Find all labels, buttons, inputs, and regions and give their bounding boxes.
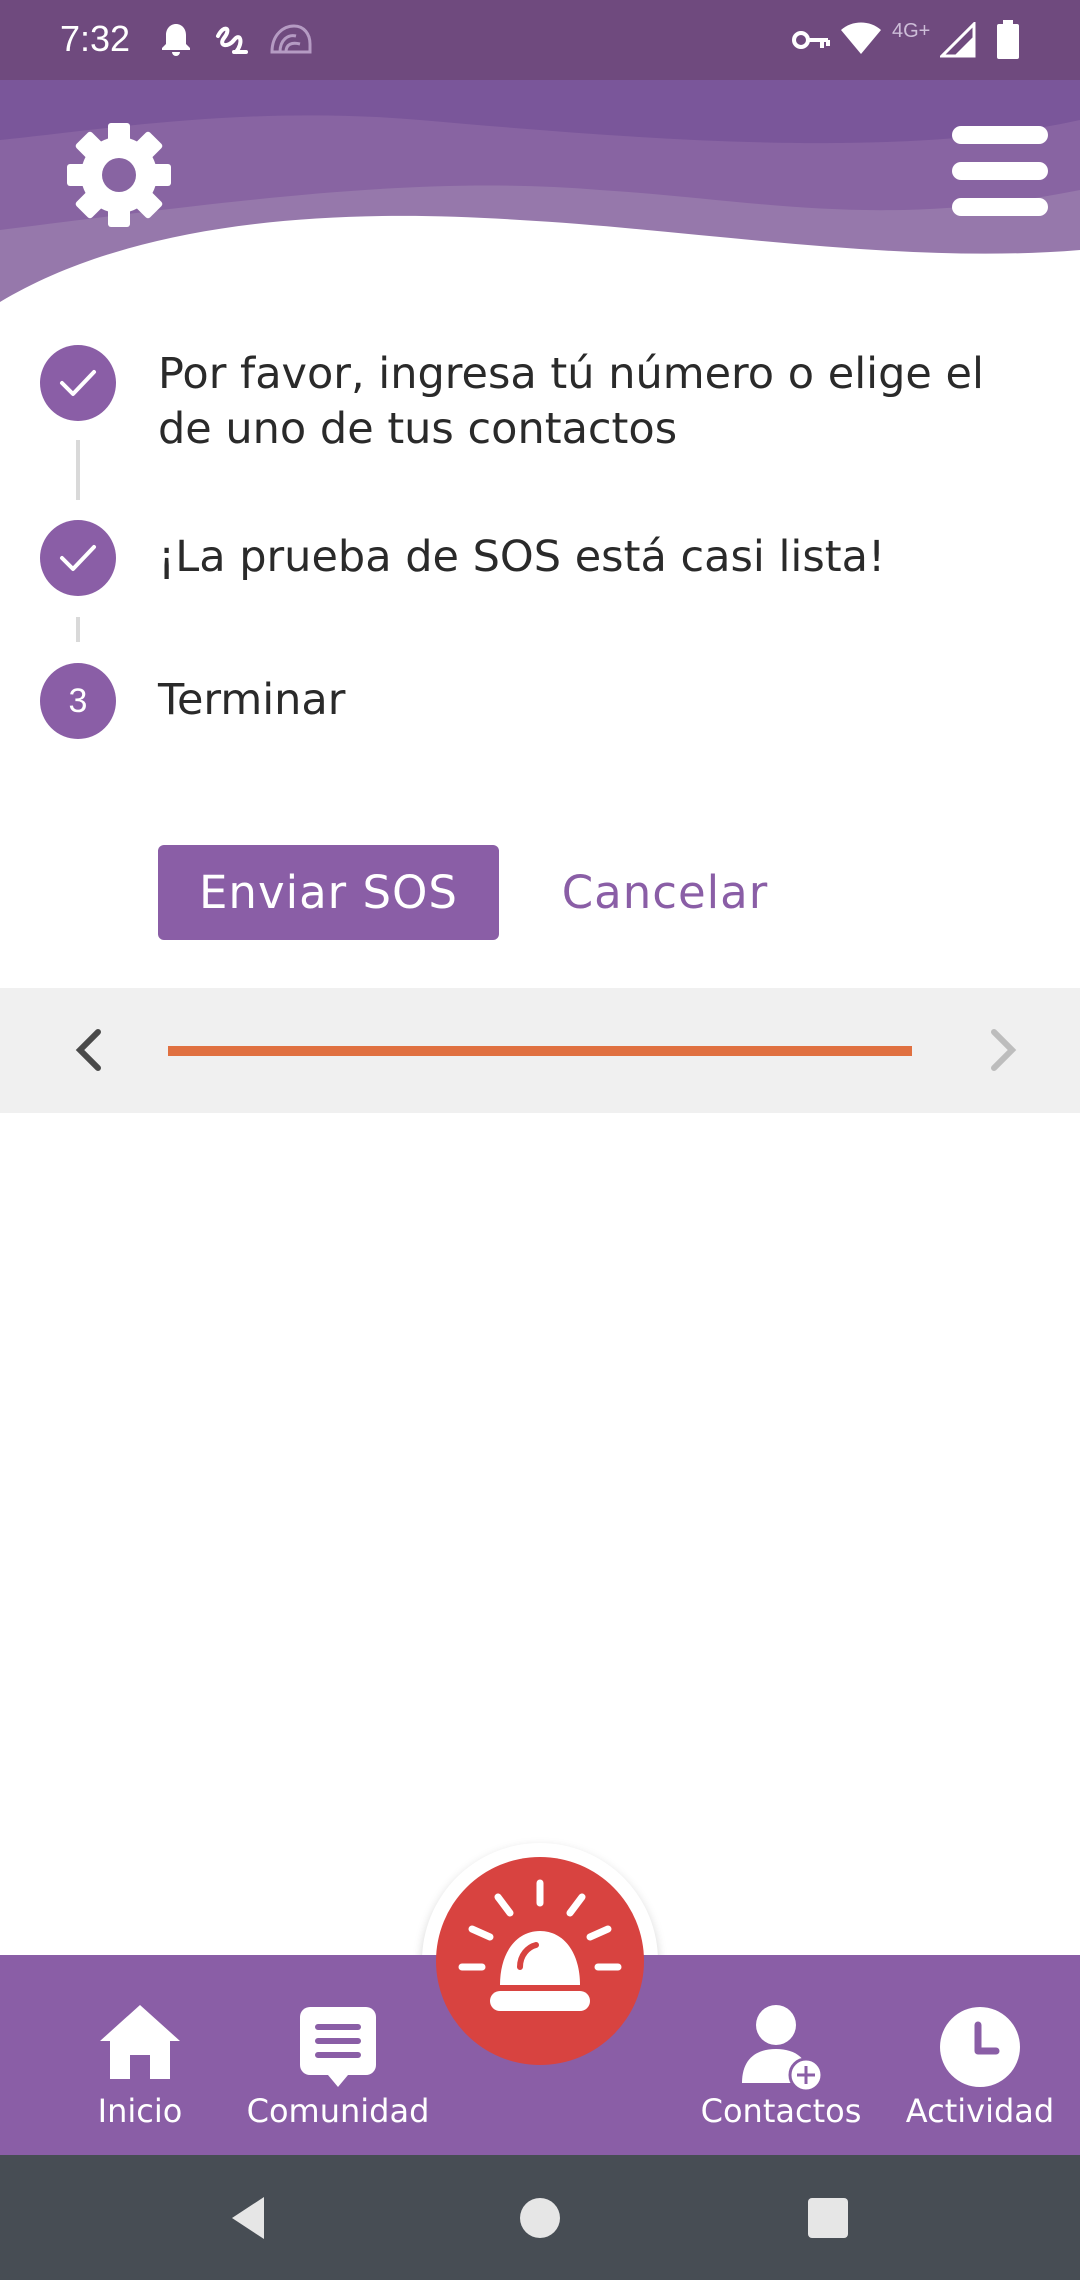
- sos-button[interactable]: [436, 1857, 644, 2065]
- step-check-icon: [40, 520, 116, 596]
- hamburger-menu-button[interactable]: [952, 126, 1048, 226]
- chevron-left-icon: [75, 1029, 101, 1071]
- step-number: 3: [40, 663, 116, 739]
- nav-item-inicio[interactable]: Inicio: [80, 1955, 200, 2155]
- chat-icon: [298, 2005, 378, 2093]
- step-2: ¡La prueba de SOS está casi lista!: [40, 520, 1040, 600]
- clock-icon: [940, 2007, 1020, 2091]
- step-label: Terminar: [158, 675, 346, 725]
- add-contact-icon: [738, 2003, 824, 2097]
- step-1: Por favor, ingresa tú número o elige el …: [40, 345, 1040, 455]
- vpn-key-icon: [792, 26, 830, 58]
- recents-icon[interactable]: [795, 2185, 861, 2251]
- status-time: 7:32: [60, 18, 131, 59]
- app-header: [0, 80, 1080, 310]
- network-label: 4G+: [892, 20, 931, 42]
- next-button[interactable]: [962, 1010, 1042, 1090]
- nav-label: Inicio: [97, 2092, 183, 2130]
- nav-item-comunidad[interactable]: Comunidad: [240, 1955, 436, 2155]
- home-icon: [98, 2003, 182, 2085]
- nav-item-actividad[interactable]: Actividad: [900, 1955, 1060, 2155]
- step-3: 3 Terminar: [40, 663, 1040, 743]
- step-connector: [76, 617, 80, 642]
- nav-label: Actividad: [905, 2092, 1055, 2130]
- hamburger-menu-icon: [952, 126, 1048, 144]
- step-label: Por favor, ingresa tú número o elige el …: [158, 349, 984, 454]
- hamburger-bar-middle: [952, 162, 1048, 180]
- step-check-icon: [40, 345, 116, 421]
- settings-button[interactable]: [62, 118, 176, 232]
- progress-track: [168, 1046, 912, 1056]
- step-label: ¡La prueba de SOS está casi lista!: [158, 532, 886, 582]
- send-sos-button[interactable]: Enviar SOS: [158, 845, 499, 940]
- squiggle-icon: [214, 22, 250, 62]
- hamburger-bar-bottom: [952, 198, 1048, 216]
- chevron-right-icon: [991, 1029, 1017, 1071]
- nav-item-contactos[interactable]: Contactos: [690, 1955, 872, 2155]
- cancel-button[interactable]: Cancelar: [540, 845, 790, 940]
- bell-icon: [160, 22, 192, 62]
- siren-icon: [458, 1879, 622, 2011]
- progress-fill: [168, 1046, 912, 1056]
- battery-icon: [996, 20, 1020, 64]
- shell-icon: [270, 24, 312, 60]
- back-icon[interactable]: [218, 2185, 284, 2251]
- system-navigation-bar: [0, 2155, 1080, 2280]
- home-circle-icon[interactable]: [507, 2185, 573, 2251]
- signal-icon: [938, 20, 976, 62]
- status-bar: 7:32 4G+: [0, 0, 1080, 80]
- gear-icon: [67, 123, 171, 227]
- nav-label: Comunidad: [246, 2092, 430, 2130]
- step-pager: [0, 988, 1080, 1113]
- step-connector: [76, 440, 80, 500]
- nav-label: Contactos: [700, 2092, 862, 2130]
- wifi-icon: [840, 22, 882, 60]
- previous-button[interactable]: [50, 1010, 130, 1090]
